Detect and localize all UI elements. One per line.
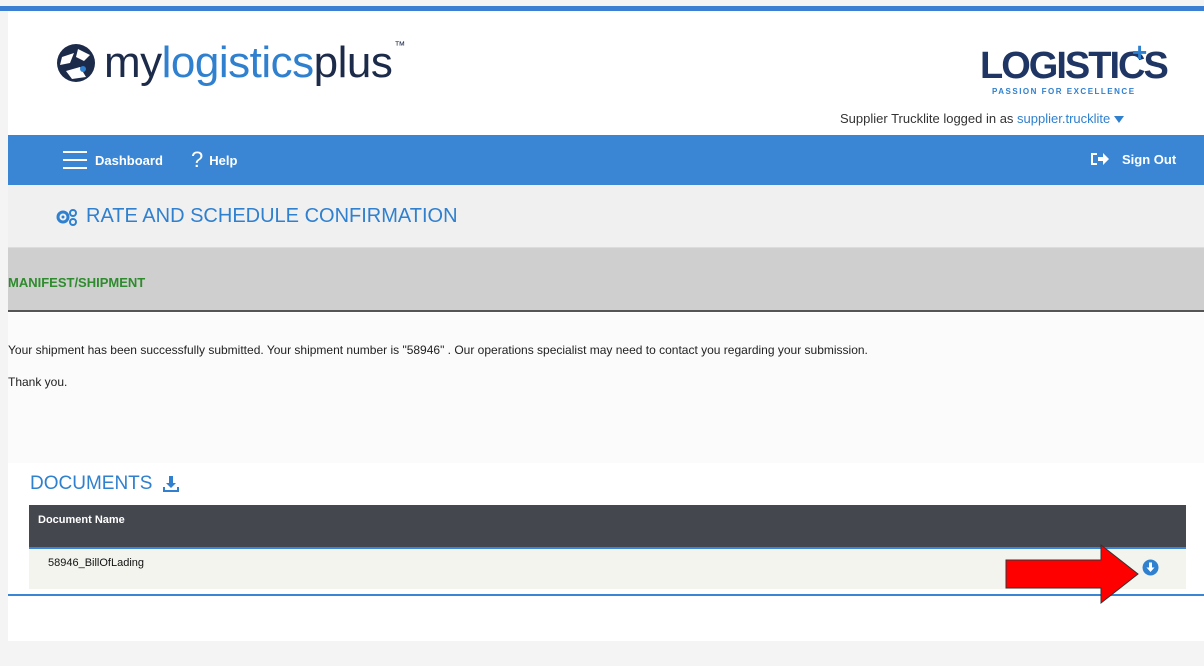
question-mark-icon: ? <box>191 147 204 172</box>
documents-table-header: Document Name <box>29 505 1186 547</box>
nav-dashboard-label: Dashboard <box>95 152 163 168</box>
globe-logo-icon <box>57 44 95 82</box>
header: mylogisticsplus ™ LOGISTICS + PASSION FOR… <box>8 11 1204 134</box>
sign-out-label: Sign Out <box>1122 151 1177 167</box>
login-status: Supplier Trucklite logged in as supplier… <box>840 111 1125 126</box>
app-logo: mylogisticsplus ™ <box>56 41 405 85</box>
column-header-document-name[interactable]: Document Name <box>38 514 125 526</box>
login-prefix: Supplier Trucklite logged in as <box>840 111 1018 126</box>
app-logo-text: mylogisticsplus ™ <box>104 41 405 85</box>
nav-help-label: Help <box>209 152 238 168</box>
nav-help[interactable]: ? Help <box>191 149 237 171</box>
caret-down-icon[interactable] <box>1114 116 1125 124</box>
section-header: MANIFEST/SHIPMENT <box>8 248 1204 312</box>
section-title: MANIFEST/SHIPMENT <box>8 275 146 290</box>
gears-icon <box>56 209 77 226</box>
company-logo: LOGISTICS + PASSION FOR EXCELLENCE <box>980 37 1169 97</box>
download-icon[interactable] <box>162 475 180 493</box>
thank-you-message: Thank you. <box>8 375 68 389</box>
company-tagline: PASSION FOR EXCELLENCE <box>992 87 1136 96</box>
user-menu-link[interactable]: supplier.trucklite <box>1017 111 1110 126</box>
logo-trademark: ™ <box>394 40 405 52</box>
sign-out-icon <box>1091 153 1109 165</box>
company-logo-plus: + <box>1132 37 1148 67</box>
sign-out-button[interactable]: Sign Out <box>1090 151 1176 167</box>
red-annotation-arrow-icon <box>1005 543 1139 605</box>
nav-dashboard[interactable]: Dashboard <box>63 151 163 169</box>
hamburger-menu-icon <box>63 151 87 169</box>
logo-part-my: my <box>104 38 162 87</box>
page-title-bar: RATE AND SCHEDULE CONFIRMATION <box>8 185 1204 248</box>
main-panel: mylogisticsplus ™ LOGISTICS + PASSION FOR… <box>8 11 1204 641</box>
page-title: RATE AND SCHEDULE CONFIRMATION <box>86 205 458 227</box>
circle-arrow-down-icon[interactable] <box>1142 559 1159 576</box>
document-name-cell: 58946_BillOfLading <box>48 557 145 569</box>
logo-part-plus: plus <box>313 38 393 87</box>
logo-part-logistics: logistics <box>161 38 315 87</box>
message-area: Your shipment has been successfully subm… <box>8 313 1204 463</box>
nav-bar: Dashboard ? Help Sign Out <box>8 135 1204 185</box>
documents-title: DOCUMENTS <box>30 473 153 494</box>
success-message: Your shipment has been successfully subm… <box>8 343 868 357</box>
documents-heading: DOCUMENTS <box>30 473 180 495</box>
